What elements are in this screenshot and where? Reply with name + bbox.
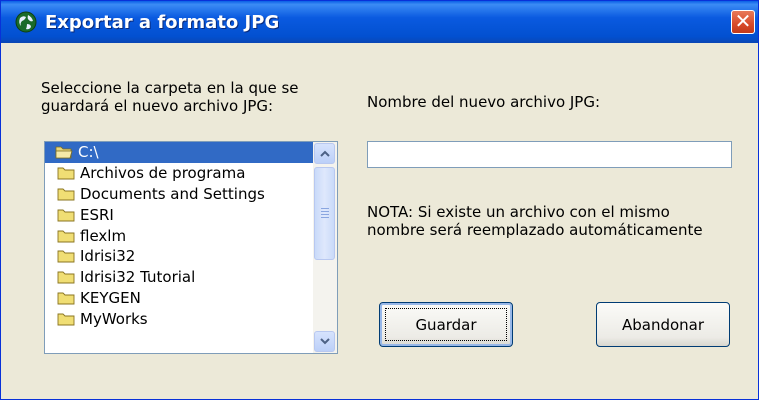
list-item[interactable]: ESRI	[45, 204, 313, 225]
list-item-label: flexlm	[80, 226, 127, 245]
scroll-up-button[interactable]	[314, 143, 335, 164]
list-item-label: Documents and Settings	[80, 184, 265, 203]
list-item-label: Archivos de programa	[80, 164, 246, 183]
chevron-down-icon	[319, 338, 330, 345]
list-item-label: KEYGEN	[80, 288, 141, 307]
save-button[interactable]: Guardar	[379, 302, 513, 347]
scroll-down-button[interactable]	[314, 331, 335, 352]
folder-icon	[57, 271, 75, 284]
list-item[interactable]: KEYGEN	[45, 288, 313, 309]
folder-label: Seleccione la carpeta en la que se guard…	[41, 79, 299, 115]
note-line1: NOTA: Si existe un archivo con el mismo	[367, 203, 670, 221]
note-line2: nombre será reemplazado automáticamente	[367, 221, 703, 239]
folder-icon	[57, 188, 75, 201]
close-button[interactable]: ✕	[731, 10, 755, 34]
title-bar[interactable]: Exportar a formato JPG ✕	[1, 1, 758, 43]
folder-items: C:\ Archivos de programa Documents and S…	[45, 142, 313, 329]
chevron-up-icon	[319, 150, 330, 157]
list-item[interactable]: MyWorks	[45, 308, 313, 329]
list-item-label: ESRI	[80, 205, 114, 224]
folder-icon	[57, 230, 75, 243]
folder-icon	[57, 313, 75, 326]
cancel-button-label: Abandonar	[621, 315, 705, 334]
globe-icon	[15, 11, 37, 33]
open-folder-icon	[55, 146, 73, 159]
export-jpg-dialog: Exportar a formato JPG ✕ Seleccione la c…	[0, 0, 759, 400]
cancel-button[interactable]: Abandonar	[596, 302, 730, 347]
window-title: Exportar a formato JPG	[45, 12, 280, 33]
folder-icon	[57, 167, 75, 180]
list-item[interactable]: flexlm	[45, 225, 313, 246]
filename-input[interactable]	[367, 141, 732, 168]
folder-list[interactable]: C:\ Archivos de programa Documents and S…	[44, 141, 338, 354]
vertical-scrollbar[interactable]	[313, 142, 337, 353]
list-item-label: Idrisi32 Tutorial	[80, 268, 196, 287]
list-item-label: MyWorks	[80, 309, 148, 328]
list-item[interactable]: Idrisi32 Tutorial	[45, 267, 313, 288]
list-item-label: Idrisi32	[80, 247, 136, 266]
list-item[interactable]: Archivos de programa	[45, 163, 313, 184]
focus-ring	[385, 308, 507, 341]
close-icon: ✕	[734, 9, 752, 33]
filename-label: Nombre del nuevo archivo JPG:	[367, 93, 601, 111]
list-item-label: C:\	[78, 143, 99, 162]
scroll-thumb[interactable]	[314, 167, 335, 260]
list-item[interactable]: Idrisi32	[45, 246, 313, 267]
folder-icon	[57, 250, 75, 263]
note-text: NOTA: Si existe un archivo con el mismo …	[367, 203, 703, 239]
folder-icon	[57, 209, 75, 222]
folder-icon	[57, 292, 75, 305]
folder-label-line1: Seleccione la carpeta en la que se	[41, 79, 299, 97]
list-item[interactable]: Documents and Settings	[45, 184, 313, 205]
folder-item-c-drive[interactable]: C:\	[45, 142, 313, 163]
folder-label-line2: guardará el nuevo archivo JPG:	[41, 97, 274, 115]
